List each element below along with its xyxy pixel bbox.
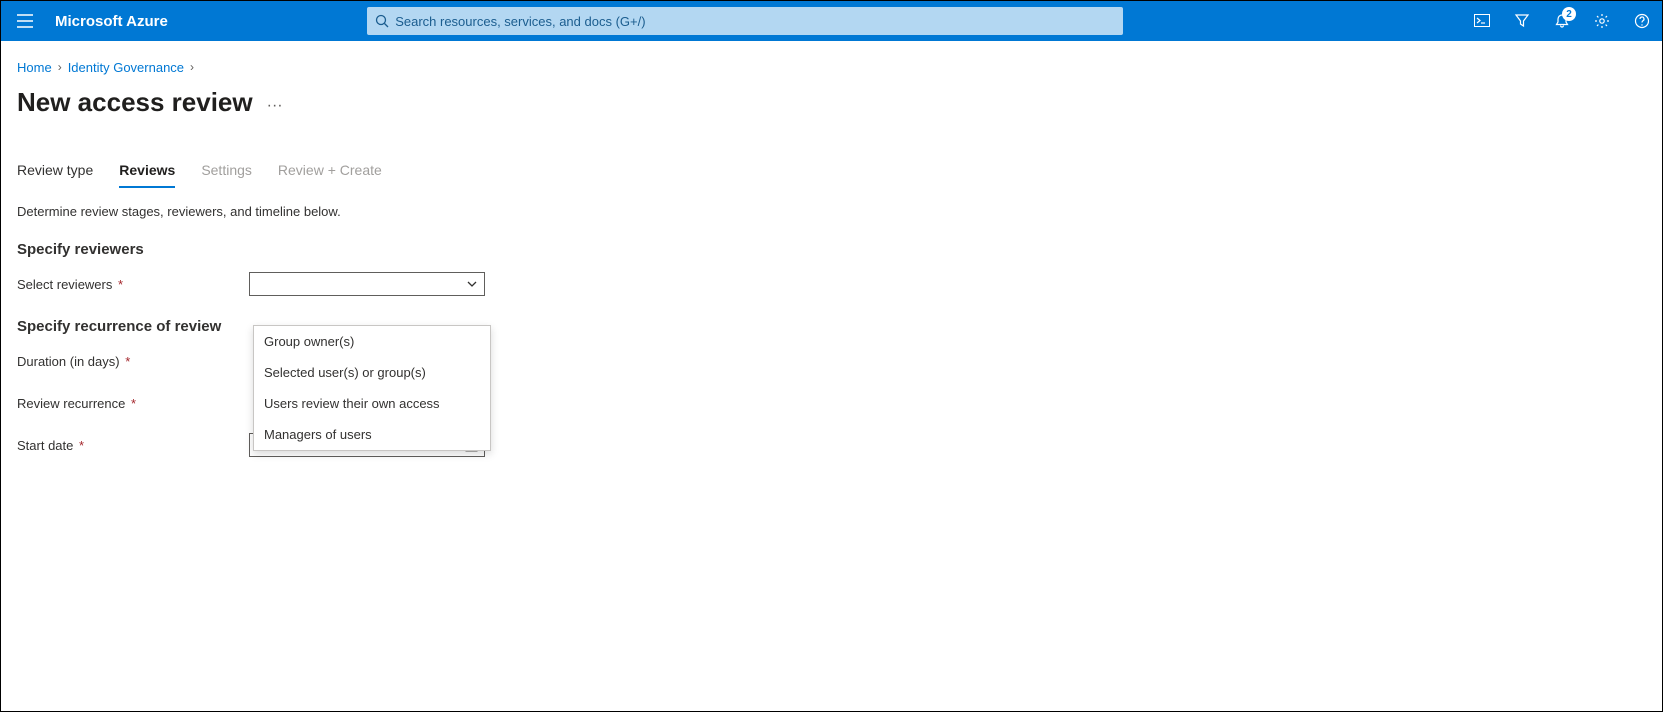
more-actions-button[interactable]: ···	[267, 91, 283, 115]
help-button[interactable]	[1622, 1, 1662, 41]
notification-badge: 2	[1562, 7, 1576, 21]
content-area: Home › Identity Governance › New access …	[1, 41, 1662, 457]
helper-text: Determine review stages, reviewers, and …	[17, 204, 1646, 219]
directories-filter-button[interactable]	[1502, 1, 1542, 41]
breadcrumb-home[interactable]: Home	[17, 60, 52, 75]
hamburger-icon	[17, 14, 33, 28]
search-input[interactable]	[389, 14, 1115, 29]
cloud-shell-icon	[1474, 14, 1490, 28]
tab-review-create: Review + Create	[278, 162, 382, 188]
breadcrumb: Home › Identity Governance ›	[17, 53, 1646, 81]
tabs: Review type Reviews Settings Review + Cr…	[17, 162, 1646, 188]
settings-button[interactable]	[1582, 1, 1622, 41]
hamburger-menu-button[interactable]	[1, 1, 49, 41]
global-search[interactable]	[367, 7, 1123, 35]
select-reviewers-dropdown-panel: Group owner(s) Selected user(s) or group…	[253, 325, 491, 451]
required-asterisk: *	[75, 438, 84, 453]
required-asterisk: *	[122, 354, 131, 369]
dropdown-option-group-owners[interactable]: Group owner(s)	[254, 326, 490, 357]
dropdown-option-selected-users-groups[interactable]: Selected user(s) or group(s)	[254, 357, 490, 388]
chevron-right-icon: ›	[58, 60, 62, 74]
filter-icon	[1514, 13, 1530, 29]
chevron-down-icon	[466, 278, 478, 290]
cloud-shell-button[interactable]	[1462, 1, 1502, 41]
chevron-right-icon: ›	[190, 60, 194, 74]
search-wrap	[367, 7, 1123, 35]
gear-icon	[1594, 13, 1610, 29]
tab-reviews[interactable]: Reviews	[119, 162, 175, 188]
page-title-row: New access review ···	[17, 87, 1646, 118]
help-icon	[1634, 13, 1650, 29]
dropdown-option-users-self-review[interactable]: Users review their own access	[254, 388, 490, 419]
notifications-button[interactable]: 2	[1542, 1, 1582, 41]
required-asterisk: *	[127, 396, 136, 411]
dropdown-option-managers-of-users[interactable]: Managers of users	[254, 419, 490, 450]
brand-label: Microsoft Azure	[55, 13, 168, 30]
row-select-reviewers: Select reviewers *	[17, 272, 1646, 296]
tab-review-type[interactable]: Review type	[17, 162, 93, 188]
label-select-reviewers: Select reviewers *	[17, 277, 249, 292]
tab-settings: Settings	[201, 162, 252, 188]
label-start-date: Start date *	[17, 438, 249, 453]
page-title: New access review	[17, 87, 253, 118]
search-icon	[375, 14, 389, 28]
required-asterisk: *	[114, 277, 123, 292]
select-reviewers-dropdown[interactable]	[249, 272, 485, 296]
breadcrumb-identity-governance[interactable]: Identity Governance	[68, 60, 184, 75]
label-recurrence: Review recurrence *	[17, 396, 249, 411]
topbar-actions: 2	[1462, 1, 1662, 41]
top-bar: Microsoft Azure 2	[1, 1, 1662, 41]
label-duration: Duration (in days) *	[17, 354, 249, 369]
section-specify-reviewers: Specify reviewers	[17, 241, 1646, 258]
